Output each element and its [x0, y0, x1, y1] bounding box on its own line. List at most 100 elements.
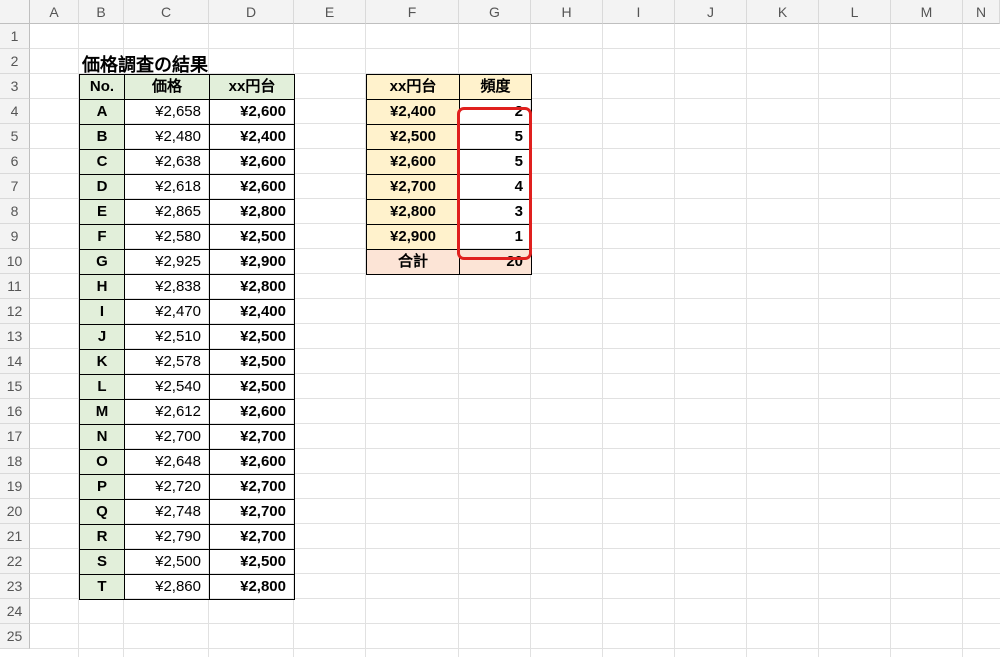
- table1-bucket-cell[interactable]: ¥2,900: [209, 249, 295, 275]
- table2-bucket-cell[interactable]: ¥2,500: [366, 124, 460, 150]
- column-header-j[interactable]: J: [675, 0, 747, 24]
- table1-bucket-cell[interactable]: ¥2,600: [209, 99, 295, 125]
- table1-price-cell[interactable]: ¥2,720: [124, 474, 210, 500]
- row-header-13[interactable]: 13: [0, 324, 30, 349]
- table1-price-cell[interactable]: ¥2,658: [124, 99, 210, 125]
- table1-bucket-cell[interactable]: ¥2,700: [209, 499, 295, 525]
- row-header-4[interactable]: 4: [0, 99, 30, 124]
- select-all-corner[interactable]: [0, 0, 30, 24]
- table1-bucket-cell[interactable]: ¥2,600: [209, 449, 295, 475]
- table2-bucket-cell[interactable]: ¥2,400: [366, 99, 460, 125]
- column-header-e[interactable]: E: [294, 0, 366, 24]
- column-header-d[interactable]: D: [209, 0, 294, 24]
- column-header-h[interactable]: H: [531, 0, 603, 24]
- table1-id-cell[interactable]: G: [79, 249, 125, 275]
- row-header-7[interactable]: 7: [0, 174, 30, 199]
- row-header-6[interactable]: 6: [0, 149, 30, 174]
- row-header-24[interactable]: 24: [0, 599, 30, 624]
- table1-id-cell[interactable]: S: [79, 549, 125, 575]
- table1-bucket-cell[interactable]: ¥2,700: [209, 424, 295, 450]
- table1-bucket-cell[interactable]: ¥2,500: [209, 349, 295, 375]
- column-header-c[interactable]: C: [124, 0, 209, 24]
- table1-price-cell[interactable]: ¥2,638: [124, 149, 210, 175]
- table1-price-cell[interactable]: ¥2,618: [124, 174, 210, 200]
- row-header-18[interactable]: 18: [0, 449, 30, 474]
- table1-price-cell[interactable]: ¥2,578: [124, 349, 210, 375]
- row-header-8[interactable]: 8: [0, 199, 30, 224]
- table2-total-label[interactable]: 合計: [366, 249, 460, 275]
- table1-header-cell[interactable]: No.: [79, 74, 125, 100]
- table1-bucket-cell[interactable]: ¥2,600: [209, 399, 295, 425]
- table1-bucket-cell[interactable]: ¥2,800: [209, 274, 295, 300]
- table1-id-cell[interactable]: E: [79, 199, 125, 225]
- table1-price-cell[interactable]: ¥2,510: [124, 324, 210, 350]
- table1-price-cell[interactable]: ¥2,480: [124, 124, 210, 150]
- row-header-1[interactable]: 1: [0, 24, 30, 49]
- table1-id-cell[interactable]: M: [79, 399, 125, 425]
- table1-bucket-cell[interactable]: ¥2,400: [209, 299, 295, 325]
- table1-id-cell[interactable]: P: [79, 474, 125, 500]
- table1-price-cell[interactable]: ¥2,790: [124, 524, 210, 550]
- column-header-n[interactable]: N: [963, 0, 1000, 24]
- table1-id-cell[interactable]: B: [79, 124, 125, 150]
- table1-bucket-cell[interactable]: ¥2,500: [209, 549, 295, 575]
- table2-bucket-cell[interactable]: ¥2,600: [366, 149, 460, 175]
- table1-id-cell[interactable]: I: [79, 299, 125, 325]
- table1-price-cell[interactable]: ¥2,470: [124, 299, 210, 325]
- table1-id-cell[interactable]: Q: [79, 499, 125, 525]
- table1-price-cell[interactable]: ¥2,865: [124, 199, 210, 225]
- row-header-23[interactable]: 23: [0, 574, 30, 599]
- table1-id-cell[interactable]: R: [79, 524, 125, 550]
- column-header-f[interactable]: F: [366, 0, 459, 24]
- row-header-3[interactable]: 3: [0, 74, 30, 99]
- column-header-i[interactable]: I: [603, 0, 675, 24]
- row-header-2[interactable]: 2: [0, 49, 30, 74]
- table2-bucket-cell[interactable]: ¥2,700: [366, 174, 460, 200]
- column-header-a[interactable]: A: [30, 0, 79, 24]
- table1-price-cell[interactable]: ¥2,580: [124, 224, 210, 250]
- table1-bucket-cell[interactable]: ¥2,500: [209, 374, 295, 400]
- table1-bucket-cell[interactable]: ¥2,800: [209, 574, 295, 600]
- table1-bucket-cell[interactable]: ¥2,500: [209, 224, 295, 250]
- table1-bucket-cell[interactable]: ¥2,400: [209, 124, 295, 150]
- row-header-17[interactable]: 17: [0, 424, 30, 449]
- table1-id-cell[interactable]: H: [79, 274, 125, 300]
- row-header-21[interactable]: 21: [0, 524, 30, 549]
- table1-id-cell[interactable]: O: [79, 449, 125, 475]
- table1-bucket-cell[interactable]: ¥2,700: [209, 524, 295, 550]
- table1-price-cell[interactable]: ¥2,648: [124, 449, 210, 475]
- table2-header-cell[interactable]: 頻度: [459, 74, 532, 100]
- row-header-25[interactable]: 25: [0, 624, 30, 649]
- column-header-l[interactable]: L: [819, 0, 891, 24]
- table2-header-cell[interactable]: xx円台: [366, 74, 460, 100]
- table1-header-cell[interactable]: xx円台: [209, 74, 295, 100]
- table1-bucket-cell[interactable]: ¥2,500: [209, 324, 295, 350]
- table1-price-cell[interactable]: ¥2,540: [124, 374, 210, 400]
- table1-price-cell[interactable]: ¥2,748: [124, 499, 210, 525]
- row-header-10[interactable]: 10: [0, 249, 30, 274]
- table1-id-cell[interactable]: D: [79, 174, 125, 200]
- column-header-k[interactable]: K: [747, 0, 819, 24]
- row-header-14[interactable]: 14: [0, 349, 30, 374]
- row-header-16[interactable]: 16: [0, 399, 30, 424]
- table1-id-cell[interactable]: A: [79, 99, 125, 125]
- table1-price-cell[interactable]: ¥2,700: [124, 424, 210, 450]
- row-header-5[interactable]: 5: [0, 124, 30, 149]
- table1-price-cell[interactable]: ¥2,612: [124, 399, 210, 425]
- table1-id-cell[interactable]: T: [79, 574, 125, 600]
- table1-bucket-cell[interactable]: ¥2,600: [209, 174, 295, 200]
- table1-price-cell[interactable]: ¥2,838: [124, 274, 210, 300]
- table2-bucket-cell[interactable]: ¥2,900: [366, 224, 460, 250]
- table1-price-cell[interactable]: ¥2,925: [124, 249, 210, 275]
- row-header-20[interactable]: 20: [0, 499, 30, 524]
- table1-id-cell[interactable]: L: [79, 374, 125, 400]
- column-header-g[interactable]: G: [459, 0, 531, 24]
- table2-bucket-cell[interactable]: ¥2,800: [366, 199, 460, 225]
- column-header-m[interactable]: M: [891, 0, 963, 24]
- table1-id-cell[interactable]: C: [79, 149, 125, 175]
- table1-price-cell[interactable]: ¥2,500: [124, 549, 210, 575]
- table1-price-cell[interactable]: ¥2,860: [124, 574, 210, 600]
- column-header-b[interactable]: B: [79, 0, 124, 24]
- row-header-11[interactable]: 11: [0, 274, 30, 299]
- row-header-12[interactable]: 12: [0, 299, 30, 324]
